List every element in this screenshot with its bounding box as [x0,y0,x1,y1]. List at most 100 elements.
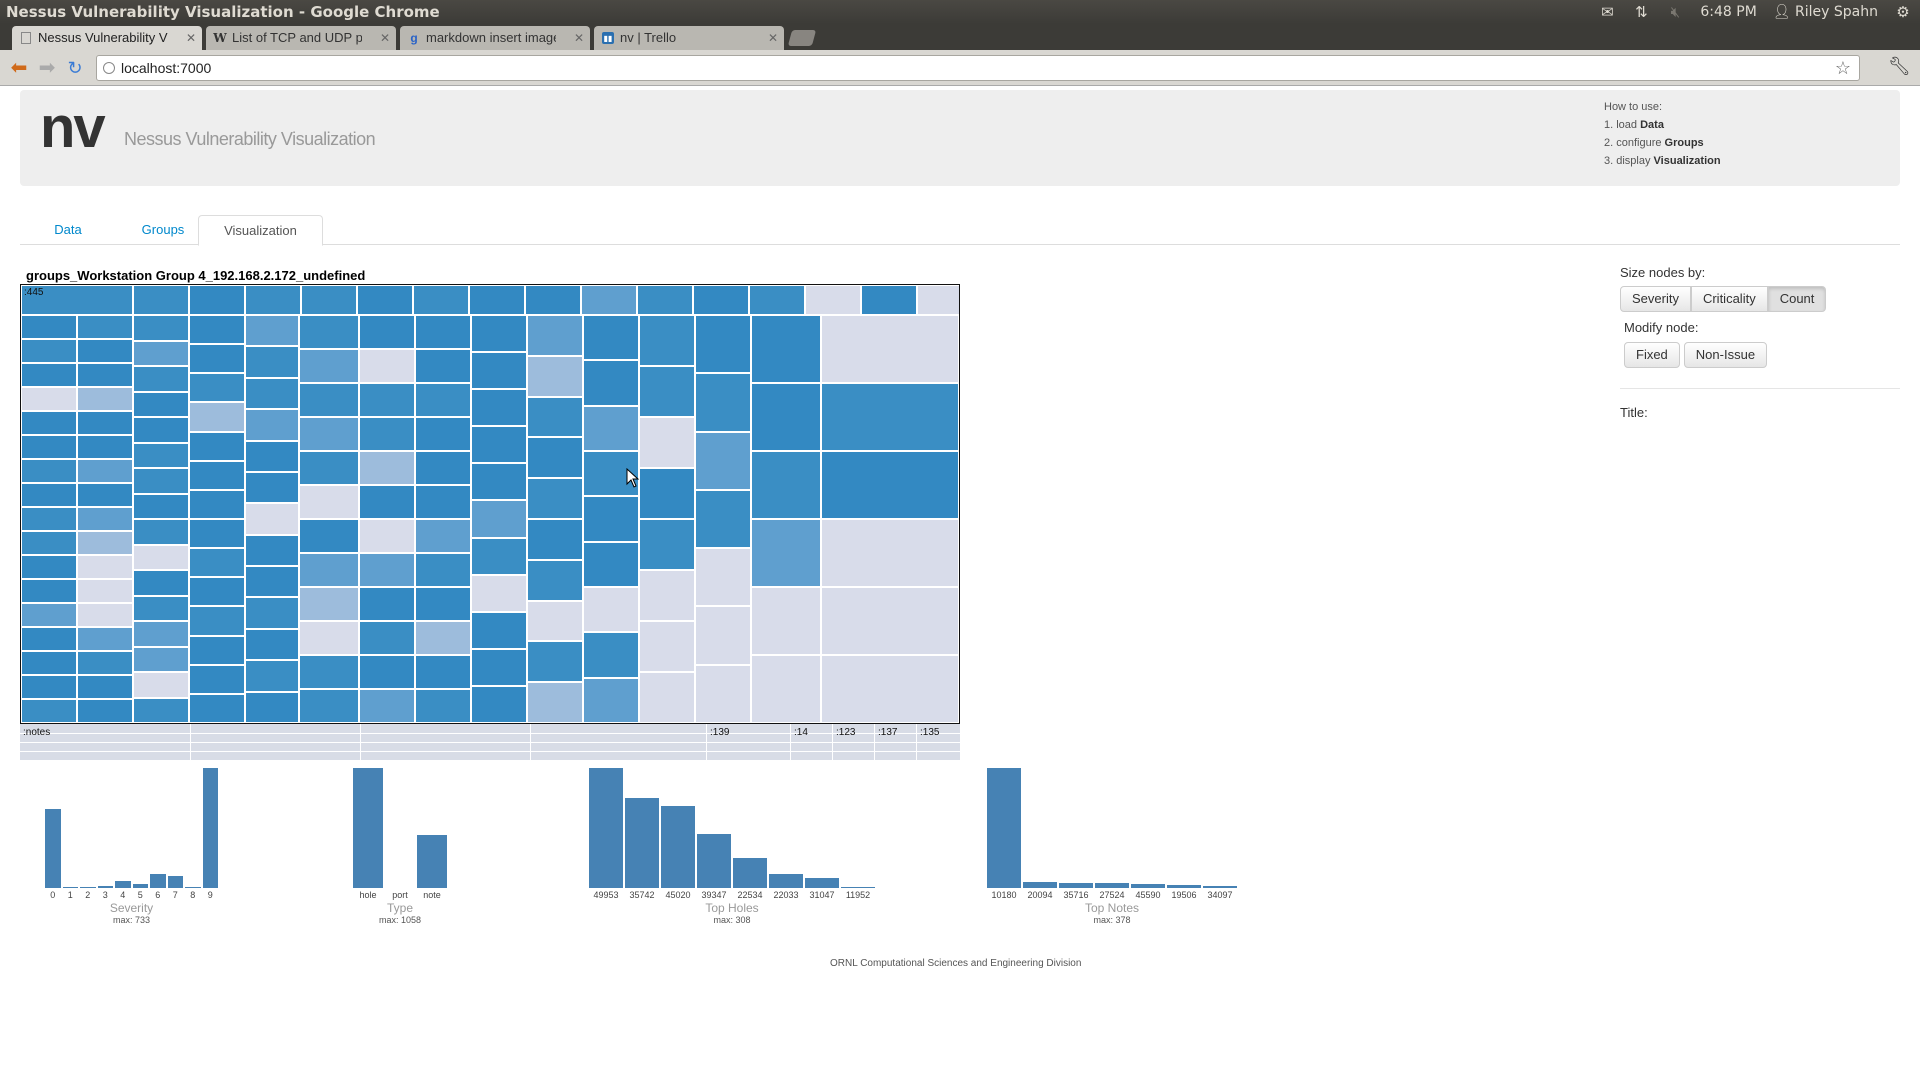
treemap-node[interactable] [413,285,469,315]
treemap-node[interactable] [133,391,189,417]
treemap-node[interactable] [471,648,527,686]
treemap-node[interactable] [77,675,133,699]
treemap-node[interactable] [77,651,133,675]
treemap-node[interactable] [21,531,77,555]
treemap-node[interactable] [133,697,189,723]
close-tab-icon[interactable]: ✕ [380,26,390,50]
treemap-node[interactable] [299,519,359,553]
treemap-node[interactable] [471,389,527,427]
treemap-node[interactable] [821,655,959,723]
treemap-node[interactable] [359,383,415,417]
treemap-node[interactable] [245,597,299,629]
treemap-node[interactable] [77,339,133,363]
treemap-node[interactable] [77,387,133,411]
treemap-node[interactable] [359,451,415,485]
tab-groups[interactable]: Groups [118,215,208,245]
treemap-node[interactable] [77,699,133,723]
treemap-node[interactable] [189,489,245,519]
treemap-node[interactable] [583,632,639,678]
treemap-node[interactable] [527,682,583,723]
page-info-icon[interactable] [103,62,115,74]
treemap-node[interactable] [21,507,77,531]
treemap-node[interactable] [471,352,527,390]
treemap-node[interactable] [189,548,245,578]
treemap-node[interactable] [245,471,299,504]
treemap-node[interactable] [639,315,695,366]
treemap-node[interactable] [133,595,189,621]
back-arrow-icon[interactable]: ⬅ [8,58,30,78]
treemap-node[interactable] [749,285,805,315]
treemap-node[interactable] [751,519,821,587]
treemap-node[interactable] [299,417,359,451]
notes-node[interactable] [360,724,530,760]
treemap-node[interactable] [299,349,359,383]
treemap-node[interactable] [415,621,471,655]
histogram-bar[interactable] [1023,881,1057,888]
treemap-node[interactable] [695,664,751,723]
close-tab-icon[interactable]: ✕ [768,26,778,50]
treemap-node[interactable] [471,315,527,353]
treemap-node[interactable] [133,417,189,443]
fixed-button[interactable]: Fixed [1624,342,1680,368]
treemap-node[interactable] [639,519,695,570]
histogram-bar[interactable] [805,877,839,888]
treemap-node[interactable] [695,373,751,432]
treemap-node[interactable] [583,677,639,723]
treemap-node[interactable] [693,285,749,315]
treemap-node[interactable] [133,519,189,545]
histogram-bar[interactable] [45,809,61,888]
treemap-node[interactable] [245,534,299,567]
treemap-node[interactable] [415,655,471,689]
histogram-bar[interactable] [841,886,875,888]
treemap-node[interactable] [751,315,821,383]
session-gear-icon[interactable]: ⚙ [1894,5,1912,20]
treemap-node[interactable] [21,435,77,459]
size-severity-button[interactable]: Severity [1620,286,1691,312]
treemap-node[interactable] [77,579,133,603]
notes-node[interactable]: :135 [916,724,960,760]
treemap-node[interactable] [133,570,189,596]
treemap-node[interactable] [469,285,525,315]
treemap-node[interactable] [21,339,77,363]
histogram-bar[interactable] [1131,883,1165,888]
user-menu[interactable]: 👤︎ Riley Spahn [1773,0,1878,24]
treemap-node[interactable] [359,485,415,519]
treemap-node[interactable] [77,315,133,339]
treemap-node[interactable] [415,349,471,383]
treemap-node[interactable] [299,621,359,655]
treemap-node[interactable] [133,672,189,698]
treemap-node[interactable] [639,468,695,519]
treemap-node[interactable] [471,463,527,501]
treemap-node[interactable] [751,383,821,451]
treemap-node[interactable] [357,285,413,315]
treemap-node[interactable] [821,519,959,587]
mail-icon[interactable]: ✉ [1598,5,1616,20]
treemap-node[interactable] [527,437,583,479]
histogram-bar[interactable] [589,768,623,888]
histogram-bar[interactable] [150,874,166,888]
treemap-node[interactable] [583,315,639,361]
notes-node[interactable] [190,724,360,760]
wrench-menu-icon[interactable]: 🔧︎ [1888,56,1911,77]
treemap-node[interactable] [583,541,639,587]
histogram-bar[interactable] [1059,882,1093,888]
treemap-node[interactable] [415,485,471,519]
histogram-bar[interactable] [697,834,731,888]
treemap-node[interactable] [189,693,245,723]
treemap-node[interactable] [583,587,639,633]
treemap-node[interactable] [21,651,77,675]
treemap-node[interactable] [77,483,133,507]
treemap-node[interactable] [359,689,415,723]
treemap-node[interactable] [189,402,245,432]
histogram-bar[interactable] [417,834,447,888]
treemap-node[interactable] [527,600,583,642]
treemap-node[interactable] [471,574,527,612]
treemap-node[interactable] [471,685,527,723]
treemap-node[interactable] [751,451,821,519]
histogram-bar[interactable] [733,857,767,888]
reload-icon[interactable]: ↻ [64,58,86,78]
close-tab-icon[interactable]: ✕ [186,26,196,50]
treemap-node[interactable] [133,366,189,392]
histogram-bar[interactable] [62,887,78,888]
browser-tab-nessus[interactable]: Nessus Vulnerability Visua ✕ [12,26,202,50]
